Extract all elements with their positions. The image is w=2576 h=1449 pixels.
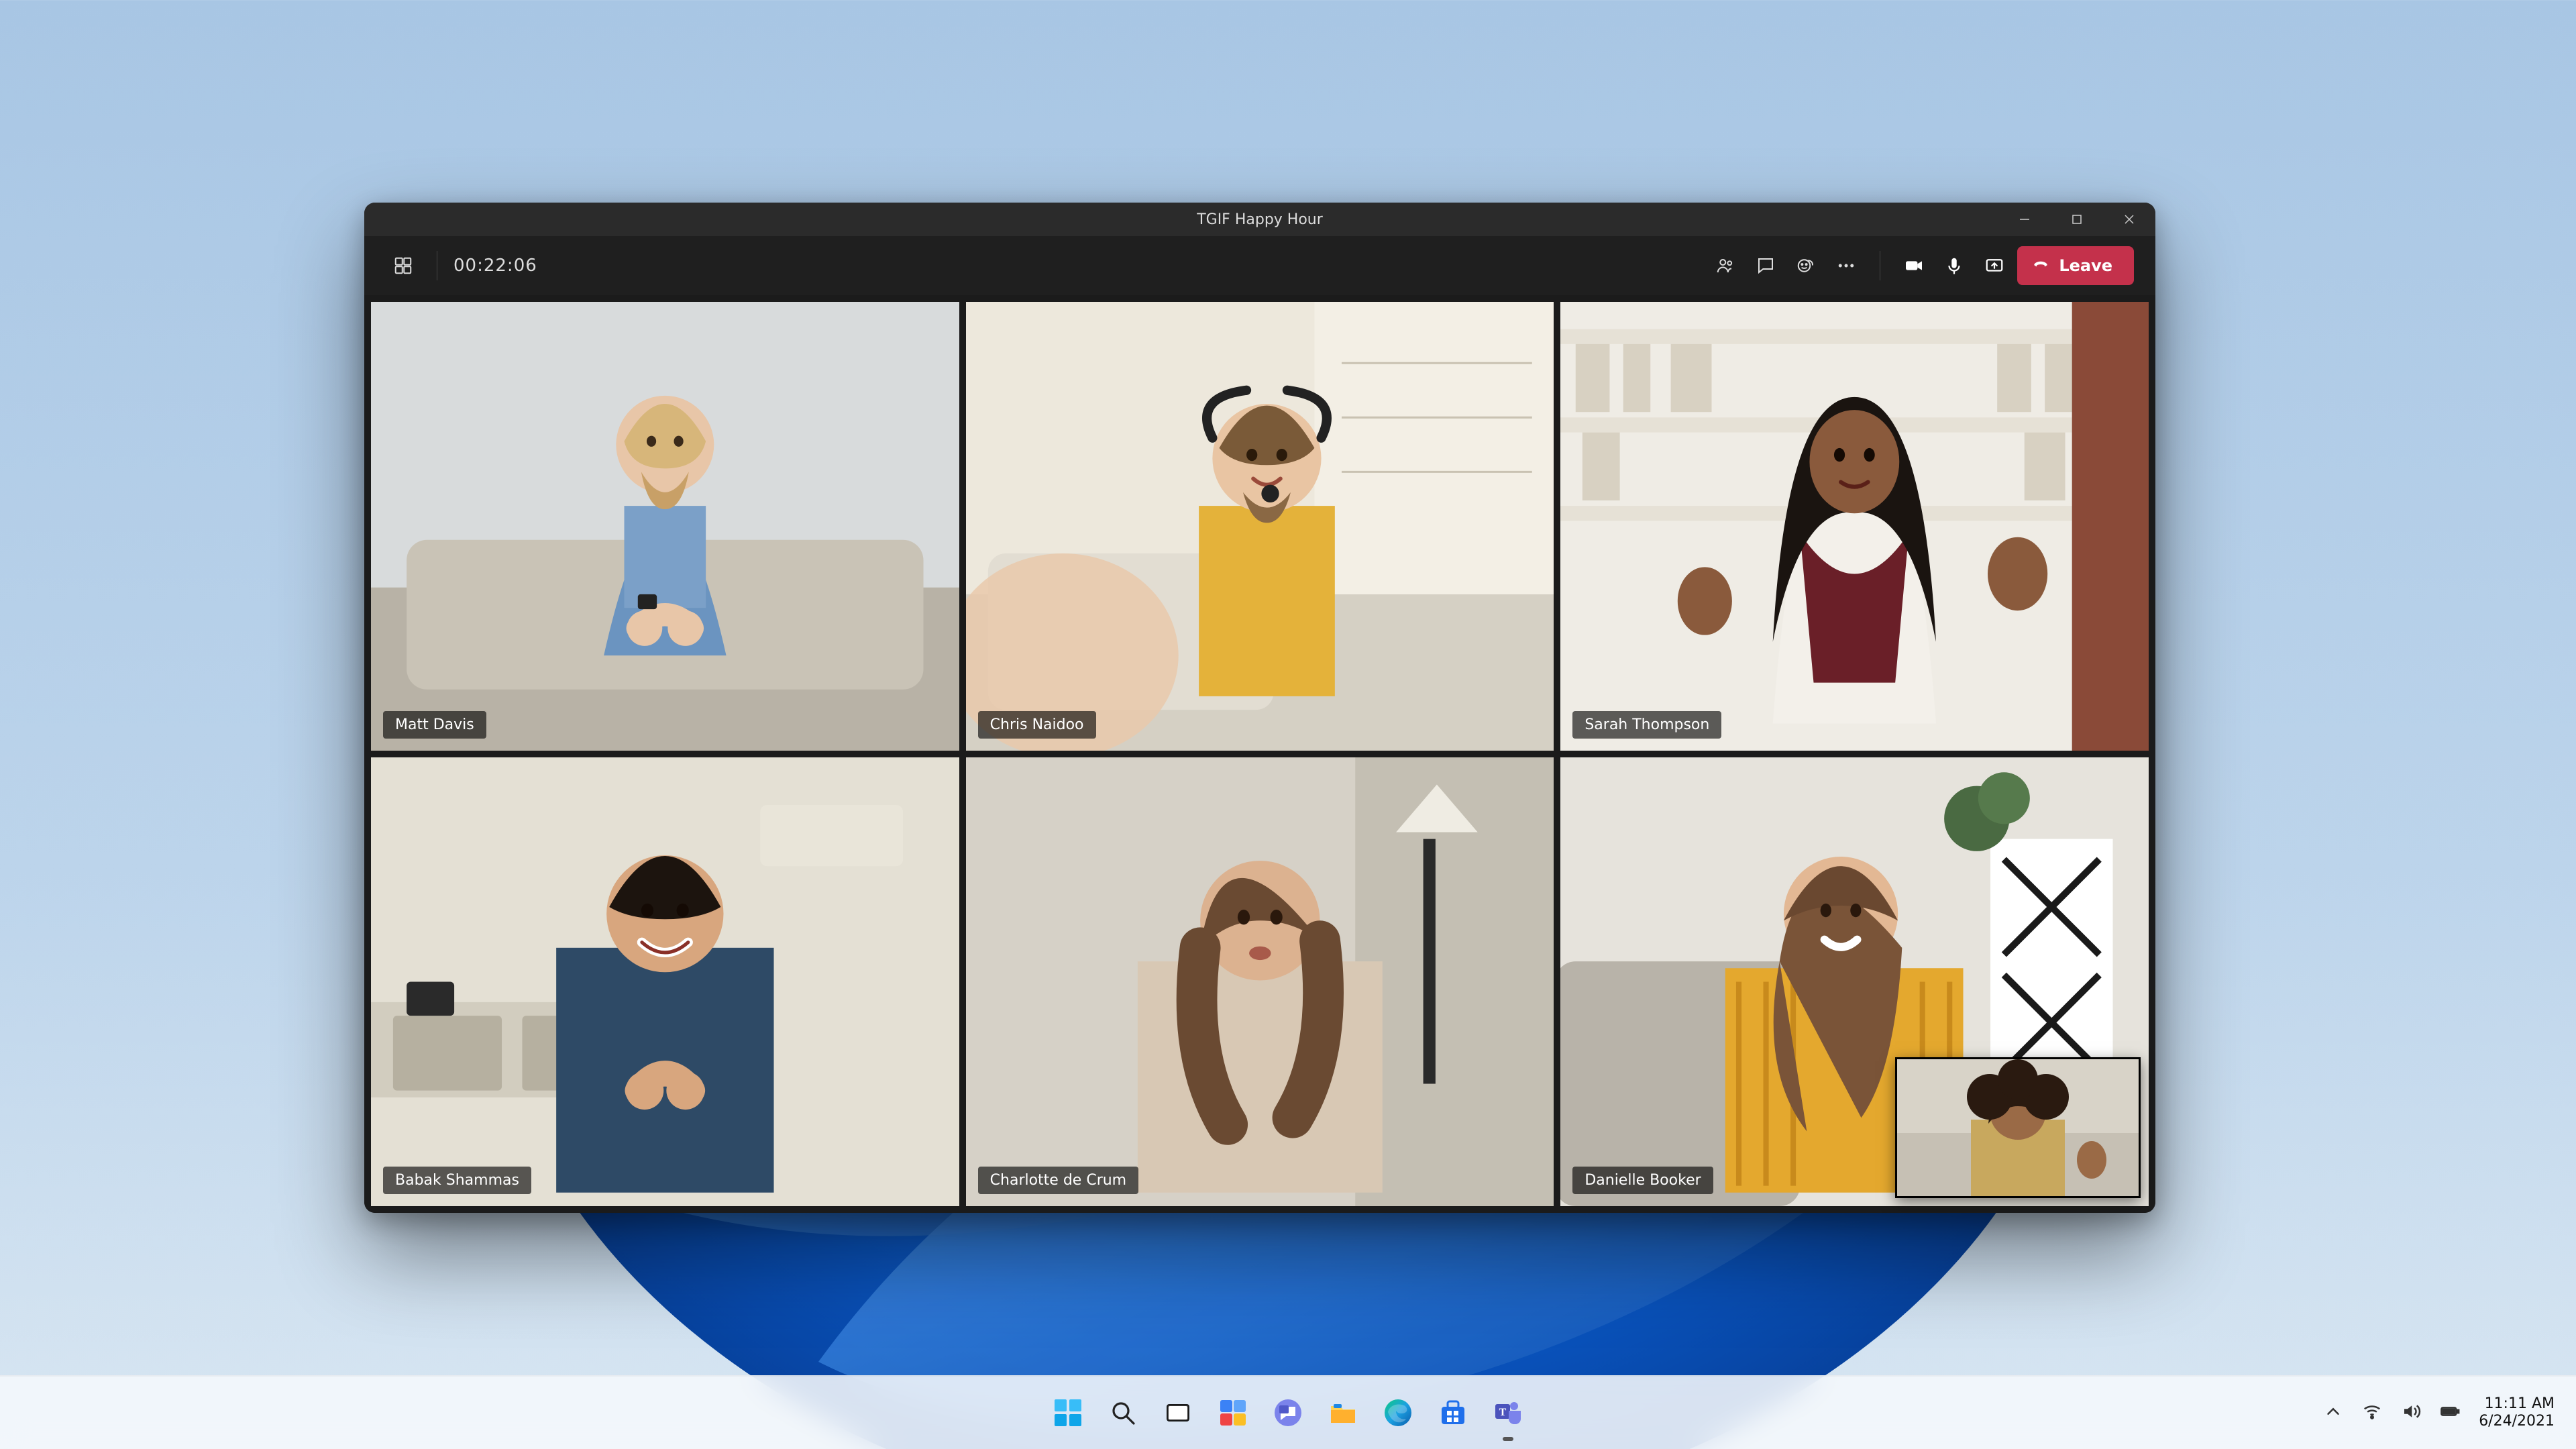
microsoft-store-button[interactable] bbox=[1432, 1391, 1474, 1434]
edge-button[interactable] bbox=[1377, 1391, 1419, 1434]
system-tray: 11:11 AM 6/24/2021 bbox=[2323, 1395, 2555, 1431]
participant-nameplate: Sarah Thompson bbox=[1572, 711, 1721, 739]
call-duration: 00:22:06 bbox=[453, 256, 537, 276]
close-button[interactable] bbox=[2103, 203, 2155, 236]
gallery-layout-button[interactable] bbox=[386, 248, 421, 283]
leave-button-label: Leave bbox=[2059, 256, 2112, 275]
participant-tile[interactable]: Sarah Thompson bbox=[1560, 302, 2149, 751]
teams-meeting-window: TGIF Happy Hour 00:22:06 bbox=[364, 203, 2155, 1213]
video-grid: Matt Davis Chris Naidoo bbox=[364, 295, 2155, 1213]
window-controls bbox=[1998, 203, 2155, 236]
teams-button[interactable]: T bbox=[1487, 1391, 1529, 1434]
taskbar-center: T bbox=[1046, 1391, 1529, 1434]
participant-nameplate: Babak Shammas bbox=[383, 1167, 531, 1194]
window-title: TGIF Happy Hour bbox=[1197, 211, 1323, 228]
chat-button[interactable] bbox=[1748, 248, 1783, 283]
chat-button[interactable] bbox=[1267, 1391, 1309, 1434]
task-view-button[interactable] bbox=[1157, 1391, 1199, 1434]
search-button[interactable] bbox=[1102, 1391, 1144, 1434]
participant-nameplate: Matt Davis bbox=[383, 711, 486, 739]
clock-date: 6/24/2021 bbox=[2479, 1413, 2555, 1430]
volume-icon[interactable] bbox=[2401, 1401, 2421, 1424]
participant-tile[interactable]: Chris Naidoo bbox=[966, 302, 1554, 751]
leave-button[interactable]: Leave bbox=[2017, 246, 2134, 285]
window-titlebar[interactable]: TGIF Happy Hour bbox=[364, 203, 2155, 236]
meeting-toolbar: 00:22:06 Leave bbox=[364, 236, 2155, 295]
microphone-toggle-button[interactable] bbox=[1937, 248, 1972, 283]
minimize-button[interactable] bbox=[1998, 203, 2051, 236]
more-actions-button[interactable] bbox=[1829, 248, 1864, 283]
participant-nameplate: Danielle Booker bbox=[1572, 1167, 1713, 1194]
share-screen-button[interactable] bbox=[1977, 248, 2012, 283]
svg-text:T: T bbox=[1499, 1407, 1507, 1418]
self-view[interactable] bbox=[1895, 1057, 2141, 1198]
participant-tile[interactable]: Babak Shammas bbox=[371, 757, 959, 1206]
file-explorer-button[interactable] bbox=[1322, 1391, 1364, 1434]
taskbar: T 11:11 AM 6/24/2021 bbox=[0, 1375, 2576, 1449]
battery-icon[interactable] bbox=[2440, 1401, 2460, 1424]
maximize-button[interactable] bbox=[2051, 203, 2103, 236]
camera-toggle-button[interactable] bbox=[1896, 248, 1931, 283]
tray-overflow-button[interactable] bbox=[2323, 1401, 2343, 1424]
reactions-button[interactable] bbox=[1788, 248, 1823, 283]
wifi-icon[interactable] bbox=[2362, 1401, 2382, 1424]
start-button[interactable] bbox=[1046, 1391, 1089, 1434]
clock-time: 11:11 AM bbox=[2485, 1395, 2555, 1413]
widgets-button[interactable] bbox=[1212, 1391, 1254, 1434]
participant-tile[interactable]: Charlotte de Crum bbox=[966, 757, 1554, 1206]
participants-button[interactable] bbox=[1708, 248, 1743, 283]
participant-nameplate: Chris Naidoo bbox=[978, 711, 1096, 739]
participant-nameplate: Charlotte de Crum bbox=[978, 1167, 1138, 1194]
taskbar-clock[interactable]: 11:11 AM 6/24/2021 bbox=[2479, 1395, 2555, 1431]
participant-tile[interactable]: Matt Davis bbox=[371, 302, 959, 751]
hangup-icon bbox=[2032, 255, 2049, 276]
